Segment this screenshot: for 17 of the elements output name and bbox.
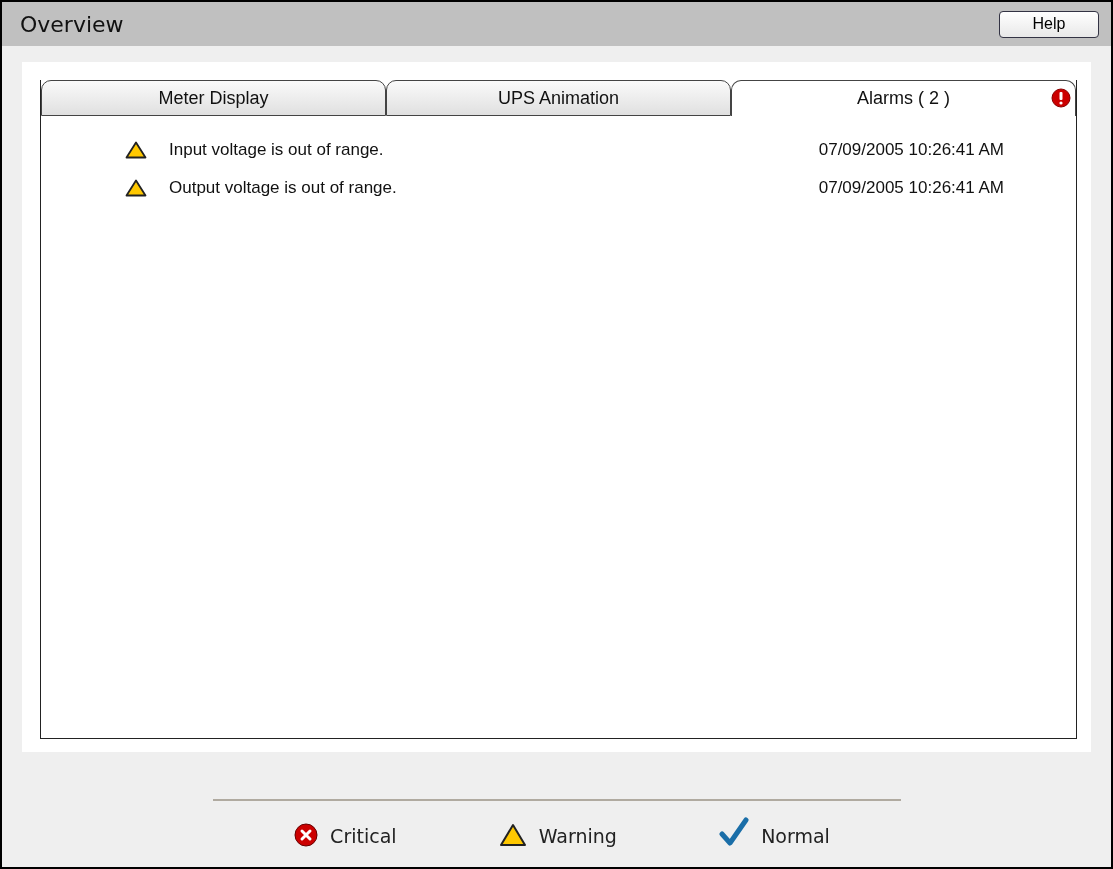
warning-icon	[125, 141, 147, 159]
warning-icon	[498, 823, 527, 847]
legend-label: Warning	[538, 825, 617, 847]
legend-label: Normal	[761, 825, 830, 847]
tab[interactable]: Meter Display	[41, 80, 386, 116]
help-button[interactable]: Help	[999, 10, 1099, 38]
error-icon	[294, 823, 319, 847]
legend-label: Critical	[330, 825, 397, 847]
tab[interactable]: Alarms ( 2 )	[731, 80, 1076, 116]
alarm-time: 07/09/2005 10:26:41 AM	[818, 140, 1004, 160]
alarm-message: Output voltage is out of range.	[169, 178, 398, 198]
page-title: Overview	[20, 11, 124, 37]
warning-icon	[125, 179, 147, 197]
alarm-message: Input voltage is out of range.	[169, 140, 385, 160]
checkmark-icon	[719, 817, 750, 847]
alarm-time: 07/09/2005 10:26:41 AM	[818, 178, 1004, 198]
tab[interactable]: UPS Animation	[386, 80, 731, 116]
